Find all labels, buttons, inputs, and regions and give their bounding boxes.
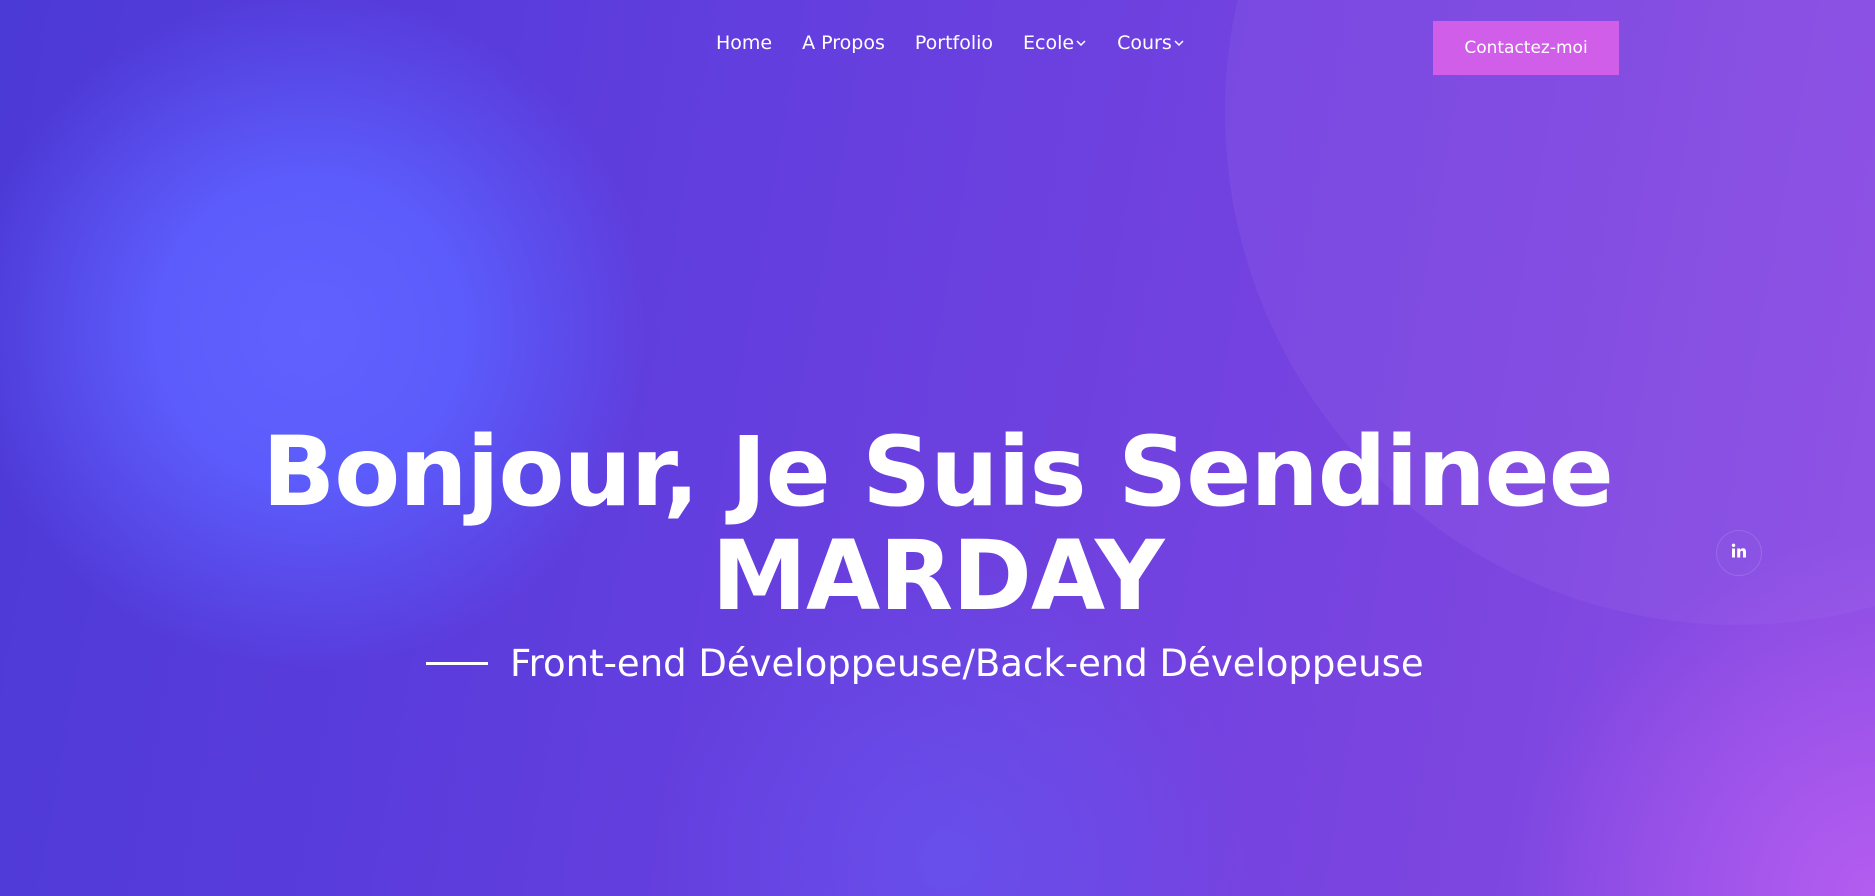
nav-item-cours[interactable]: Cours bbox=[1117, 32, 1185, 54]
hero-title-line-2: MARDAY bbox=[711, 520, 1164, 632]
contact-button[interactable]: Contactez-moi bbox=[1433, 21, 1619, 75]
nav-item-ecole[interactable]: Ecole bbox=[1023, 32, 1087, 54]
nav-item-label: A Propos bbox=[802, 32, 885, 54]
hero-title-line-1: Bonjour, Je Suis Sendinee bbox=[262, 416, 1614, 528]
nav-item-a-propos[interactable]: A Propos bbox=[802, 32, 885, 54]
main-nav: Home A Propos Portfolio Ecole Cours bbox=[716, 32, 1185, 54]
chevron-down-icon bbox=[1075, 38, 1087, 48]
hero-title: Bonjour, Je Suis Sendinee MARDAY bbox=[0, 420, 1875, 628]
nav-item-label: Ecole bbox=[1023, 32, 1075, 54]
subtitle-dash bbox=[426, 662, 488, 665]
linkedin-icon bbox=[1730, 542, 1748, 564]
nav-item-home[interactable]: Home bbox=[716, 32, 772, 54]
hero-subtitle: Front-end Développeuse/Back-end Développ… bbox=[510, 642, 1424, 685]
nav-item-portfolio[interactable]: Portfolio bbox=[915, 32, 993, 54]
chevron-down-icon bbox=[1173, 38, 1185, 48]
contact-button-label: Contactez-moi bbox=[1464, 38, 1588, 58]
hero-section: Home A Propos Portfolio Ecole Cours Cont… bbox=[0, 0, 1875, 896]
nav-item-label: Home bbox=[716, 32, 773, 54]
linkedin-button[interactable] bbox=[1716, 530, 1762, 576]
hero-subtitle-row: Front-end Développeuse/Back-end Développ… bbox=[426, 642, 1424, 685]
nav-item-label: Cours bbox=[1117, 32, 1172, 54]
nav-item-label: Portfolio bbox=[914, 32, 994, 54]
